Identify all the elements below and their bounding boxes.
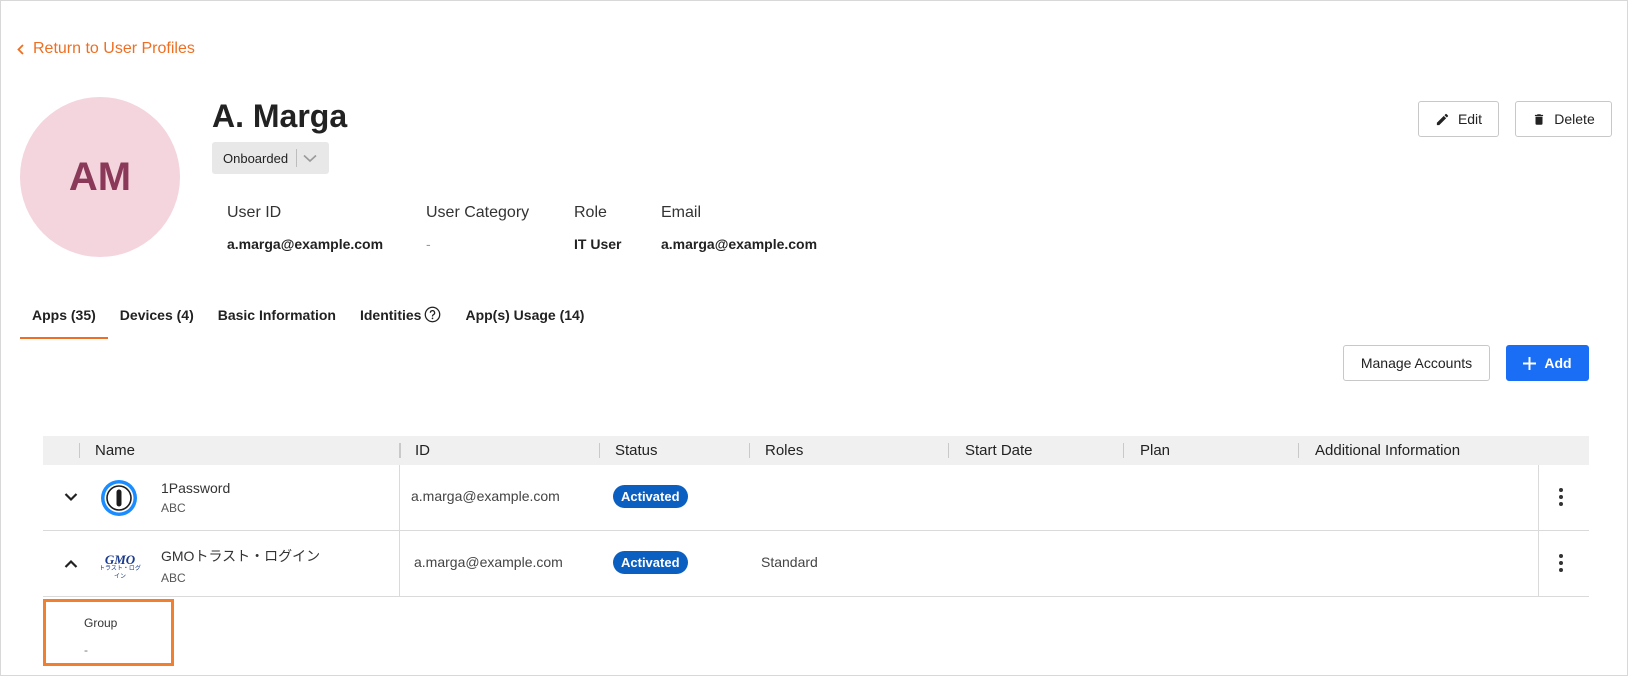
gmo-logo-text: GMO bbox=[104, 552, 136, 567]
tab-label: Devices (4) bbox=[119, 306, 194, 323]
info-user-category: User Category - bbox=[426, 204, 529, 252]
app-org: ABC bbox=[161, 571, 186, 585]
column-separator bbox=[948, 443, 949, 458]
tab-basic-information[interactable]: Basic Information bbox=[206, 298, 348, 339]
tab-bar: Apps (35) Devices (4) Basic Information … bbox=[20, 298, 596, 339]
column-header-additional-information[interactable]: Additional Information bbox=[1315, 442, 1460, 459]
app-name-cell: 1Password ABC bbox=[161, 480, 230, 515]
info-user-id: User ID a.marga@example.com bbox=[227, 204, 383, 252]
status-cell: Activated bbox=[613, 485, 688, 508]
status-badge: Activated bbox=[613, 485, 688, 508]
tab-label: Apps (35) bbox=[32, 306, 96, 323]
edit-button[interactable]: Edit bbox=[1418, 101, 1499, 137]
manage-accounts-button[interactable]: Manage Accounts bbox=[1343, 345, 1490, 381]
help-icon[interactable] bbox=[424, 306, 441, 323]
column-separator bbox=[749, 443, 750, 458]
info-value: a.marga@example.com bbox=[661, 236, 818, 252]
info-value: a.marga@example.com bbox=[227, 236, 384, 252]
info-label: User Category bbox=[426, 204, 530, 221]
table-row: 1Password ABC a.marga@example.com Activa… bbox=[43, 465, 1589, 531]
status-cell: Activated bbox=[613, 551, 688, 574]
user-name: A. Marga bbox=[212, 98, 348, 134]
group-label: Group bbox=[84, 616, 118, 630]
info-value: IT User bbox=[574, 236, 622, 252]
tab-devices[interactable]: Devices (4) bbox=[108, 298, 206, 339]
expand-chevron-down-icon[interactable] bbox=[64, 492, 78, 502]
status-badge: Activated bbox=[613, 551, 688, 574]
back-link[interactable]: Return to User Profiles bbox=[17, 40, 195, 58]
edit-button-label: Edit bbox=[1457, 111, 1483, 127]
app-id: a.marga@example.com bbox=[414, 554, 563, 570]
manage-accounts-label: Manage Accounts bbox=[1360, 355, 1473, 371]
1password-logo-icon bbox=[101, 480, 137, 516]
column-resizer[interactable] bbox=[399, 443, 401, 458]
delete-button-label: Delete bbox=[1554, 111, 1595, 127]
avatar-initials: AM bbox=[68, 154, 132, 199]
apps-table: Name ID Status Roles Start Date Plan Add… bbox=[43, 436, 1589, 597]
app-roles: Standard bbox=[761, 554, 818, 570]
app-name: GMOトラスト・ログイン bbox=[161, 548, 321, 564]
info-value: - bbox=[426, 236, 431, 252]
column-divider bbox=[399, 531, 400, 596]
status-dropdown[interactable]: Onboarded bbox=[212, 142, 329, 174]
add-button[interactable]: Add bbox=[1506, 345, 1589, 381]
column-header-start-date[interactable]: Start Date bbox=[965, 442, 1033, 459]
column-divider bbox=[1538, 531, 1539, 596]
group-value: - bbox=[84, 643, 88, 657]
chevron-down-icon bbox=[303, 154, 317, 162]
column-header-status[interactable]: Status bbox=[615, 442, 658, 459]
pencil-icon bbox=[1436, 113, 1449, 125]
app-name-cell: GMOトラスト・ログイン ABC bbox=[161, 546, 320, 585]
table-row: GMO トラスト・ログイン GMOトラスト・ログイン ABC a.marga@e… bbox=[43, 531, 1589, 597]
info-label: Role bbox=[574, 204, 607, 221]
app-org: ABC bbox=[161, 501, 186, 515]
add-button-label: Add bbox=[1544, 355, 1572, 371]
column-separator bbox=[79, 443, 80, 458]
column-divider bbox=[1538, 465, 1539, 530]
row-menu-icon[interactable] bbox=[1559, 552, 1563, 573]
app-id: a.marga@example.com bbox=[411, 488, 560, 504]
gmo-logo-icon: GMO トラスト・ログイン bbox=[98, 552, 142, 581]
tab-label: Identities bbox=[359, 306, 422, 323]
tab-apps[interactable]: Apps (35) bbox=[20, 298, 108, 339]
gmo-logo-subtext: トラスト・ログイン bbox=[99, 566, 141, 580]
column-separator bbox=[1298, 443, 1299, 458]
app-name: 1Password bbox=[161, 480, 231, 496]
dropdown-separator bbox=[296, 149, 298, 167]
status-dropdown-value: Onboarded bbox=[223, 150, 289, 166]
tab-label: Basic Information bbox=[217, 306, 336, 323]
collapse-chevron-up-icon[interactable] bbox=[64, 559, 78, 569]
column-separator bbox=[1123, 443, 1124, 458]
chevron-left-icon bbox=[17, 43, 24, 55]
tab-app-usage[interactable]: App(s) Usage (14) bbox=[453, 298, 596, 339]
info-role: Role IT User bbox=[574, 204, 621, 252]
info-label: Email bbox=[661, 204, 702, 221]
plus-icon bbox=[1523, 356, 1537, 370]
column-header-roles[interactable]: Roles bbox=[765, 442, 803, 459]
column-header-plan[interactable]: Plan bbox=[1140, 442, 1170, 459]
column-header-id[interactable]: ID bbox=[415, 442, 430, 459]
trash-icon bbox=[1535, 113, 1544, 125]
table-header: Name ID Status Roles Start Date Plan Add… bbox=[43, 436, 1589, 465]
column-separator bbox=[599, 443, 600, 458]
column-header-name[interactable]: Name bbox=[95, 442, 135, 459]
tab-identities[interactable]: Identities bbox=[348, 298, 453, 339]
tab-label: App(s) Usage (14) bbox=[465, 306, 585, 323]
row-menu-icon[interactable] bbox=[1559, 486, 1563, 507]
back-link-label: Return to User Profiles bbox=[33, 40, 195, 57]
info-email: Email a.marga@example.com bbox=[661, 204, 817, 252]
info-label: User ID bbox=[227, 204, 282, 221]
column-divider bbox=[399, 465, 400, 530]
avatar: AM bbox=[20, 97, 180, 257]
delete-button[interactable]: Delete bbox=[1515, 101, 1612, 137]
expanded-detail-highlight bbox=[43, 599, 174, 666]
